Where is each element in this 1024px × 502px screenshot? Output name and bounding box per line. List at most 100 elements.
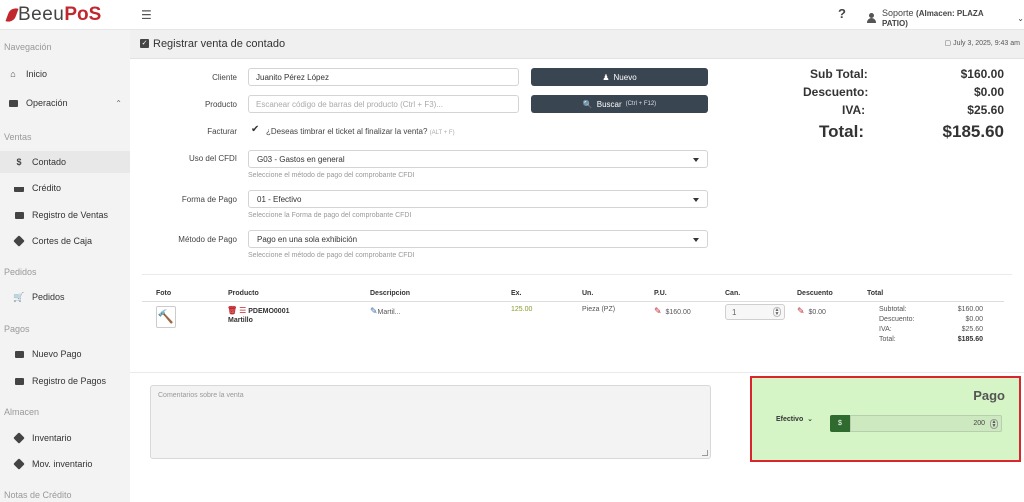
metodo-pago-select[interactable]: Pago en una sola exhibición <box>248 230 708 248</box>
quantity-stepper[interactable]: 1 ▲ ▼ <box>725 304 785 320</box>
sidebar: Navegación ⌂ Inicio Operación ⌃ Ventas $… <box>0 30 130 502</box>
product-name: Martillo <box>228 317 253 324</box>
sidebar-item-label: Pedidos <box>32 292 65 302</box>
list-icon[interactable]: ☰ <box>239 306 246 315</box>
help-button[interactable]: ? <box>838 6 846 21</box>
sidebar-section-pedidos: Pedidos <box>4 267 37 277</box>
facturar-checkbox[interactable]: ✔ <box>251 125 261 135</box>
sidebar-item-label: Crédito <box>32 183 62 193</box>
facturar-label: Facturar <box>207 127 237 136</box>
chevron-down-icon: ⌄ <box>1017 13 1024 23</box>
resize-handle-icon[interactable] <box>702 450 708 456</box>
currency-badge: $ <box>830 415 850 432</box>
user-icon: ♟ <box>602 72 610 82</box>
product-description[interactable]: ✎Martil... <box>370 306 401 317</box>
sidebar-item-nuevo-pago[interactable]: Nuevo Pago <box>0 343 130 365</box>
row-iva-value: $25.60 <box>961 326 983 333</box>
page-date: ▢ July 3, 2025, 9:43 am <box>944 40 1021 47</box>
cart-icon: 🛒 <box>13 291 25 302</box>
logo-text-pos: PoS <box>64 4 102 25</box>
app-logo[interactable]: Beeu PoS <box>5 4 102 26</box>
select-value: 01 - Efectivo <box>257 195 302 204</box>
sidebar-section-pagos: Pagos <box>4 324 30 334</box>
sidebar-item-registro-ventas[interactable]: Registro de Ventas <box>0 204 130 226</box>
credit-card-icon <box>14 184 24 193</box>
sidebar-item-credito[interactable]: Crédito <box>0 177 130 199</box>
sidebar-item-label: Inventario <box>32 433 72 443</box>
uso-cfdi-hint: Seleccione el método de pago del comprob… <box>248 172 415 179</box>
caret-down-icon <box>693 198 699 202</box>
producto-search-input[interactable]: Escanear código de barras del producto (… <box>248 95 519 113</box>
row-iva-label: IVA: <box>879 326 892 333</box>
page-header: ✓ Registrar venta de contado ▢ July 3, 2… <box>130 30 1024 59</box>
product-photo[interactable]: 🔨 <box>156 306 176 328</box>
sidebar-item-inventario[interactable]: Inventario <box>0 427 130 449</box>
row-total-label: Total: <box>879 336 896 343</box>
subtotal-label: Sub Total: <box>810 67 868 81</box>
forma-pago-select[interactable]: 01 - Efectivo <box>248 190 708 208</box>
menu-toggle-icon[interactable]: ☰ <box>141 8 152 22</box>
descuento-label: Descuento: <box>803 85 869 99</box>
cliente-input[interactable]: Juanito Pérez López <box>248 68 519 86</box>
button-label: Nuevo <box>613 72 637 82</box>
total-label: Total: <box>819 122 865 141</box>
col-header-producto: Producto <box>228 290 259 297</box>
sidebar-section-navegacion: Navegación <box>4 42 52 52</box>
product-discount[interactable]: ✎ $0.00 <box>797 306 826 317</box>
subtotal-value: $160.00 <box>960 67 1004 81</box>
sidebar-item-pedidos[interactable]: 🛒 Pedidos <box>0 286 130 308</box>
money-icon <box>14 350 24 359</box>
cube-icon <box>13 432 25 444</box>
caret-down-icon <box>693 238 699 242</box>
divider <box>130 372 1024 373</box>
sidebar-item-inicio[interactable]: ⌂ Inicio <box>0 63 130 85</box>
select-value: Pago en una sola exhibición <box>257 235 358 244</box>
nuevo-cliente-button[interactable]: ♟ Nuevo <box>531 68 708 86</box>
sidebar-item-operacion[interactable]: Operación ⌃ <box>0 92 130 114</box>
pago-title: Pago <box>973 388 1005 403</box>
buscar-button[interactable]: 🔍 Buscar (Ctrl + F12) <box>531 95 708 113</box>
trash-icon[interactable]: 🗑 <box>227 306 237 315</box>
cube-icon <box>13 458 25 470</box>
uso-cfdi-select[interactable]: G03 - Gastos en general <box>248 150 708 168</box>
pencil-icon: ✎ <box>654 306 662 316</box>
uso-cfdi-label: Uso del CFDI <box>188 154 237 163</box>
metodo-pago-label: Método de Pago <box>178 235 237 244</box>
sidebar-item-registro-pagos[interactable]: Registro de Pagos <box>0 370 130 392</box>
col-header-total: Total <box>867 290 884 297</box>
row-subtotal-value: $160.00 <box>957 306 983 313</box>
product-price[interactable]: ✎ $160.00 <box>654 306 691 317</box>
payment-amount-input[interactable]: 200 ▲ ▼ <box>850 415 1002 432</box>
divider <box>142 274 1012 275</box>
col-header-existencia: Ex. <box>511 290 522 297</box>
logo-text-beeu: Beeu <box>18 4 65 25</box>
button-shortcut: (Ctrl + F12) <box>625 101 657 107</box>
logo-icon <box>5 6 19 24</box>
row-descuento-value: $0.00 <box>965 316 983 323</box>
stepper-arrows-icon[interactable]: ▲ ▼ <box>990 419 998 429</box>
button-label: Buscar <box>596 99 622 109</box>
dollar-icon: $ <box>16 157 22 167</box>
payment-method-dropdown[interactable]: Efectivo ⌄ <box>776 415 813 423</box>
list-icon <box>14 211 24 220</box>
sidebar-item-label: Cortes de Caja <box>32 236 93 246</box>
sidebar-item-contado[interactable]: $ Contado <box>0 151 130 173</box>
check-square-icon <box>14 377 24 386</box>
forma-pago-hint: Seleccione la Forma de pago del comproba… <box>248 212 412 219</box>
col-header-descuento: Descuento <box>797 290 833 297</box>
sidebar-item-label: Mov. inventario <box>32 459 93 469</box>
col-header-descripcion: Descripcion <box>370 290 411 297</box>
home-icon: ⌂ <box>10 69 16 79</box>
comments-textarea[interactable]: Comentarios sobre la venta <box>150 385 711 459</box>
col-header-cantidad: Can. <box>725 290 741 297</box>
sidebar-item-cortes-caja[interactable]: Cortes de Caja <box>0 230 130 252</box>
sidebar-item-mov-inventario[interactable]: Mov. inventario <box>0 453 130 475</box>
iva-value: $25.60 <box>967 103 1004 117</box>
forma-pago-label: Forma de Pago <box>181 195 237 204</box>
sidebar-section-notas: Notas de Crédito <box>4 490 72 500</box>
user-menu[interactable]: Soporte (Almacen: PLAZA PATIO) ⌄ <box>867 8 1024 28</box>
top-bar: Beeu PoS ☰ ? Soporte (Almacen: PLAZA PATI… <box>0 0 1024 30</box>
metodo-pago-hint: Seleccione el método de pago del comprob… <box>248 252 415 259</box>
stepper-arrows-icon[interactable]: ▲ ▼ <box>773 307 781 317</box>
main-content: ✓ Registrar venta de contado ▢ July 3, 2… <box>130 30 1024 502</box>
